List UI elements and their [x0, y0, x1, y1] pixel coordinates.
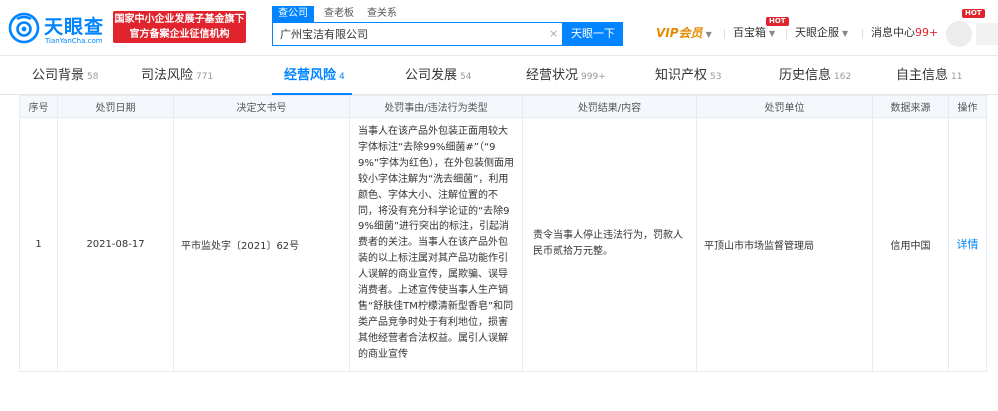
tab-label: 历史信息 — [779, 68, 832, 83]
col-header-doc-no: 决定文书号 — [173, 95, 350, 118]
tab-count: 4 — [339, 72, 345, 82]
tab-count: 58 — [87, 72, 99, 82]
row-index: 1 — [19, 117, 58, 372]
col-header-reason: 处罚事由/违法行为类型 — [349, 95, 523, 118]
table-header-row: 序号 处罚日期 决定文书号 处罚事由/违法行为类型 处罚结果/内容 处罚单位 数… — [19, 95, 987, 118]
tab-self-info[interactable]: 自主信息 11 — [896, 56, 962, 95]
category-tabs: 公司背景 58 司法风险 771 经营风险 4 公司发展 54 经营状况 999+ 知识产… — [0, 55, 998, 95]
top-header: 天眼查 TianYanCha.com 国家中小企业发展子基金旗下 官方备案企业征… — [0, 0, 998, 55]
tianyan-qifu-label: 天眼企服 — [795, 26, 839, 39]
tab-count: 11 — [951, 72, 963, 82]
col-header-index: 序号 — [19, 95, 58, 118]
message-center[interactable]: 消息中心99+ — [871, 26, 938, 40]
tianyancha-logo[interactable]: 天眼查 TianYanCha.com — [8, 10, 108, 46]
nav-divider — [786, 29, 787, 39]
logo-subtext: TianYanCha.com — [45, 37, 103, 45]
tab-label: 经营风险 — [284, 68, 337, 83]
avatar[interactable] — [946, 21, 972, 47]
tab-search-boss[interactable]: 查老板 — [324, 6, 354, 22]
tab-label: 公司发展 — [405, 68, 458, 83]
tab-judicial-risk[interactable]: 司法风险 771 — [141, 56, 213, 95]
row-reason: 当事人在该产品外包装正面用较大字体标注“去除99%细菌#”（“99%”字体为红色… — [349, 117, 523, 372]
tab-intellectual-property[interactable]: 知识产权 53 — [655, 56, 721, 95]
row-doc-no: 平市监处字〔2021〕62号 — [173, 117, 350, 372]
message-center-label: 消息中心 — [871, 26, 915, 39]
chevron-down-icon: ▼ — [842, 29, 849, 38]
tab-company-development[interactable]: 公司发展 54 — [405, 56, 471, 95]
chevron-down-icon: ▼ — [705, 30, 712, 39]
search-box: × — [272, 22, 563, 46]
row-result: 责令当事人停止违法行为，罚款人民币贰拾万元整。 — [522, 117, 697, 372]
row-source: 信用中国 — [872, 117, 949, 372]
baibaoxiang-menu[interactable]: 百宝箱 ▼ — [733, 26, 775, 41]
nav-divider — [724, 29, 725, 39]
col-header-source: 数据来源 — [872, 95, 949, 118]
col-header-action: 操作 — [948, 95, 987, 118]
row-date: 2021-08-17 — [57, 117, 174, 372]
nav-divider — [862, 29, 863, 39]
tab-operation-status[interactable]: 经营状况 999+ — [526, 56, 606, 95]
search-button[interactable]: 天眼一下 — [563, 22, 623, 46]
promo-banner[interactable]: 国家中小企业发展子基金旗下 官方备案企业征信机构 — [113, 11, 246, 43]
tab-label: 公司背景 — [32, 68, 85, 83]
tab-label: 自主信息 — [896, 68, 949, 83]
tab-label: 知识产权 — [655, 68, 708, 83]
tab-count: 54 — [460, 72, 472, 82]
message-count-badge: 99+ — [915, 26, 939, 39]
vip-label: VIP会员 — [656, 26, 703, 40]
penalty-table: 序号 处罚日期 决定文书号 处罚事由/违法行为类型 处罚结果/内容 处罚单位 数… — [19, 95, 987, 372]
logo-text: 天眼查 — [44, 16, 105, 38]
tab-label: 司法风险 — [141, 68, 194, 83]
tab-search-relation[interactable]: 查关系 — [367, 6, 397, 22]
tab-count: 53 — [710, 72, 722, 82]
row-authority: 平顶山市市场监督管理局 — [696, 117, 873, 372]
tianyan-qifu-menu[interactable]: 天眼企服 ▼ — [795, 26, 848, 41]
detail-link[interactable]: 详情 — [957, 238, 979, 251]
tab-search-company[interactable]: 查公司 — [272, 6, 314, 22]
user-menu[interactable] — [976, 23, 998, 45]
search-input[interactable] — [273, 23, 543, 45]
hot-badge: HOT — [766, 17, 789, 26]
eye-logo-icon — [8, 12, 40, 44]
promo-line-2: 官方备案企业征信机构 — [129, 29, 230, 40]
hot-badge: HOT — [962, 9, 985, 18]
tab-operation-risk[interactable]: 经营风险 4 — [284, 56, 345, 95]
tab-history-info[interactable]: 历史信息 162 — [779, 56, 851, 95]
promo-line-1: 国家中小企业发展子基金旗下 — [114, 14, 245, 25]
tab-count: 999+ — [581, 72, 606, 82]
clear-icon[interactable]: × — [549, 27, 558, 41]
row-action-cell: 详情 — [948, 117, 987, 372]
tab-count: 771 — [196, 72, 214, 82]
col-header-result: 处罚结果/内容 — [522, 95, 697, 118]
col-header-date: 处罚日期 — [57, 95, 174, 118]
chevron-down-icon: ▼ — [769, 29, 776, 38]
col-header-authority: 处罚单位 — [696, 95, 873, 118]
tab-label: 经营状况 — [526, 68, 579, 83]
vip-menu[interactable]: VIP会员 ▼ — [656, 26, 712, 42]
table-row: 1 2021-08-17 平市监处字〔2021〕62号 当事人在该产品外包装正面… — [19, 117, 987, 372]
tab-count: 162 — [834, 72, 852, 82]
baibaoxiang-label: 百宝箱 — [733, 26, 766, 39]
tab-company-background[interactable]: 公司背景 58 — [32, 56, 98, 95]
